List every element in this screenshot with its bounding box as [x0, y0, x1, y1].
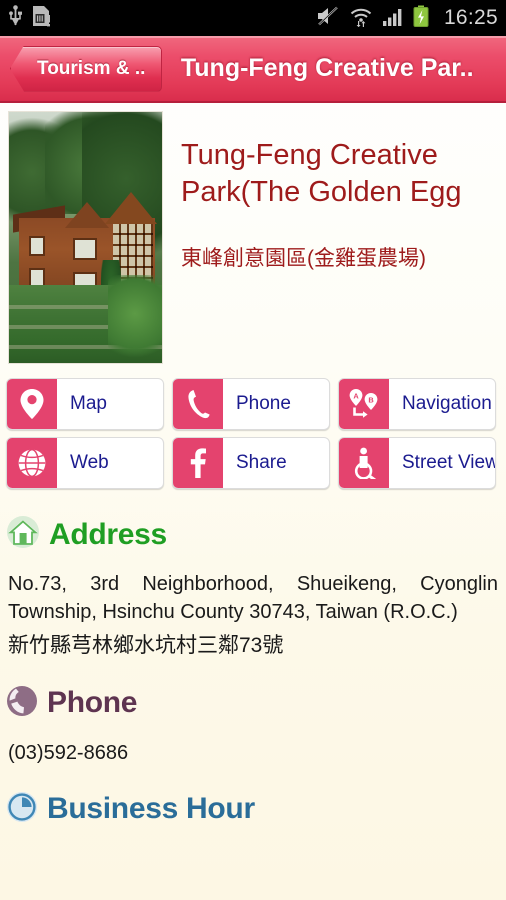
action-button-grid: Map Phone A B Navigation Web Share Stree… — [0, 378, 506, 489]
phone-heading: Phone — [47, 686, 138, 720]
photo-window — [73, 238, 97, 260]
photo-gable-one — [65, 202, 109, 228]
status-bar-right-icons: 16:25 — [316, 5, 498, 32]
address-text-en: No.73, 3rd Neighborhood, Shueikeng, Cyon… — [8, 573, 498, 624]
wifi-icon — [349, 5, 373, 32]
navigation-ab-icon: A B — [339, 379, 389, 429]
svg-text:B: B — [368, 395, 373, 404]
photo-window — [29, 236, 45, 256]
mute-icon — [316, 5, 340, 32]
street-view-button-label: Street View — [402, 452, 496, 473]
facebook-icon — [173, 438, 223, 488]
map-button[interactable]: Map — [6, 378, 164, 430]
signal-icon — [382, 5, 404, 32]
globe-icon — [7, 438, 57, 488]
status-bar-left-icons — [8, 4, 52, 32]
status-bar: 16:25 — [0, 0, 506, 36]
address-heading: Address — [49, 517, 167, 551]
pegman-icon — [339, 438, 389, 488]
svg-text:A: A — [353, 391, 359, 400]
lodge-photo[interactable] — [8, 111, 163, 364]
usb-icon — [8, 4, 23, 32]
share-button[interactable]: Share — [172, 437, 330, 489]
map-button-label: Map — [70, 393, 107, 414]
phone-number[interactable]: (03)592-8686 — [6, 742, 500, 765]
page-title: Tung-Feng Creative Par.. — [180, 54, 474, 82]
street-view-button[interactable]: Street View — [338, 437, 496, 489]
business-hour-section-header: Business Hour — [6, 791, 500, 828]
hero-text: Tung-Feng Creative Park(The Golden Egg 東… — [163, 111, 498, 364]
address-section: Address No.73, 3rd Neighborhood, Shueike… — [0, 515, 506, 659]
web-button[interactable]: Web — [6, 437, 164, 489]
app-screen: 16:25 Tourism & .. Tung-Feng Creative Pa… — [0, 0, 506, 900]
business-hour-heading: Business Hour — [47, 792, 255, 826]
address-text-zh: 新竹縣芎林鄉水坑村三鄰73號 — [8, 633, 284, 657]
photo-gable-two — [105, 192, 157, 224]
phone-section-header: Phone — [6, 685, 500, 722]
place-title-zh: 東峰創意園區(金雞蛋農場) — [181, 247, 426, 271]
navigation-button-label: Navigation — [402, 393, 492, 414]
clock-icon — [6, 791, 38, 828]
phone-button-label: Phone — [236, 393, 291, 414]
address-section-header: Address — [6, 515, 500, 554]
share-button-label: Share — [236, 452, 287, 473]
phone-section: Phone (03)592-8686 — [0, 685, 506, 765]
phone-button[interactable]: Phone — [172, 378, 330, 430]
status-bar-clock: 16:25 — [443, 6, 498, 29]
battery-charging-icon — [413, 5, 429, 32]
business-hour-section: Business Hour — [0, 791, 506, 828]
phone-circle-icon — [6, 685, 38, 722]
navigation-button[interactable]: A B Navigation — [338, 378, 496, 430]
home-icon — [6, 515, 40, 554]
place-title-en: Tung-Feng Creative Park(The Golden Egg — [181, 139, 462, 209]
phone-handset-icon — [173, 379, 223, 429]
app-header: Tourism & .. Tung-Feng Creative Par.. — [0, 36, 506, 103]
back-button[interactable]: Tourism & .. — [10, 45, 163, 92]
photo-bush — [108, 275, 162, 361]
web-button-label: Web — [70, 452, 109, 473]
map-pin-icon — [7, 379, 57, 429]
hero-section: Tung-Feng Creative Park(The Golden Egg 東… — [0, 103, 506, 364]
sdcard-warning-icon — [32, 5, 52, 32]
